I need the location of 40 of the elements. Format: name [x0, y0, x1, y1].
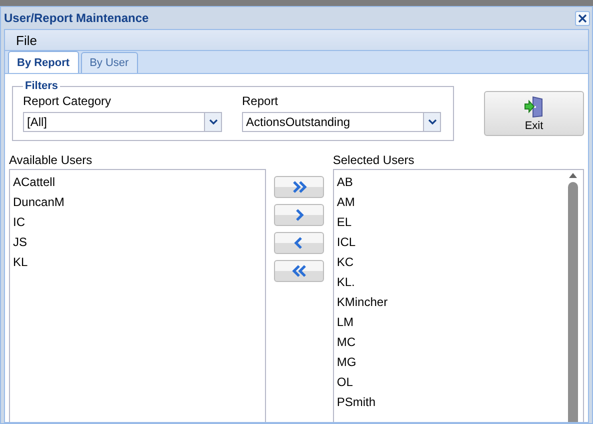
scrollbar[interactable]: [567, 172, 579, 422]
dropdown-field[interactable]: ActionsOutstanding: [242, 112, 441, 132]
chevron-icon: [291, 263, 308, 279]
list-item[interactable]: ICL: [334, 232, 583, 252]
window-title: User/Report Maintenance: [4, 11, 149, 25]
list-item[interactable]: MC: [334, 332, 583, 352]
list-item[interactable]: OL: [334, 372, 583, 392]
list-item[interactable]: JS: [10, 232, 266, 252]
move-button[interactable]: [274, 232, 324, 254]
list-item[interactable]: AM: [334, 192, 583, 212]
tab[interactable]: By User: [80, 52, 138, 73]
field-label: Report: [242, 94, 280, 108]
menu-item[interactable]: File: [13, 32, 40, 48]
list-item[interactable]: MG: [334, 352, 583, 372]
tab[interactable]: By Report: [8, 51, 79, 73]
list-item[interactable]: EL: [334, 212, 583, 232]
list-label: Available Users: [9, 153, 94, 169]
scroll-up-arrow-icon[interactable]: [568, 172, 578, 178]
close-button[interactable]: [575, 10, 590, 26]
list-item[interactable]: KC: [334, 252, 583, 272]
list-item[interactable]: KL: [10, 252, 266, 272]
list-item[interactable]: LM: [334, 312, 583, 332]
dropdown-field[interactable]: [All]: [23, 112, 222, 132]
group-legend: Filters: [23, 80, 60, 92]
list-item[interactable]: AB: [334, 172, 583, 192]
list-item[interactable]: DuncanM: [10, 192, 266, 212]
list-item[interactable]: ACattell: [10, 172, 266, 192]
move-button[interactable]: [274, 176, 324, 198]
list-item[interactable]: KMincher: [334, 292, 583, 312]
list-item[interactable]: KL.: [334, 272, 583, 292]
door-arrow-icon: [524, 96, 544, 118]
list-item[interactable]: IC: [10, 212, 266, 232]
field-label: Report Category: [23, 94, 112, 108]
list-item[interactable]: PSmith: [334, 392, 583, 412]
move-button[interactable]: [274, 204, 324, 226]
list-label: Selected Users: [332, 153, 416, 169]
exit-button[interactable]: Exit: [484, 91, 584, 136]
move-button[interactable]: [274, 260, 324, 282]
chevron-icon: [291, 179, 308, 195]
close-icon: [577, 12, 588, 24]
